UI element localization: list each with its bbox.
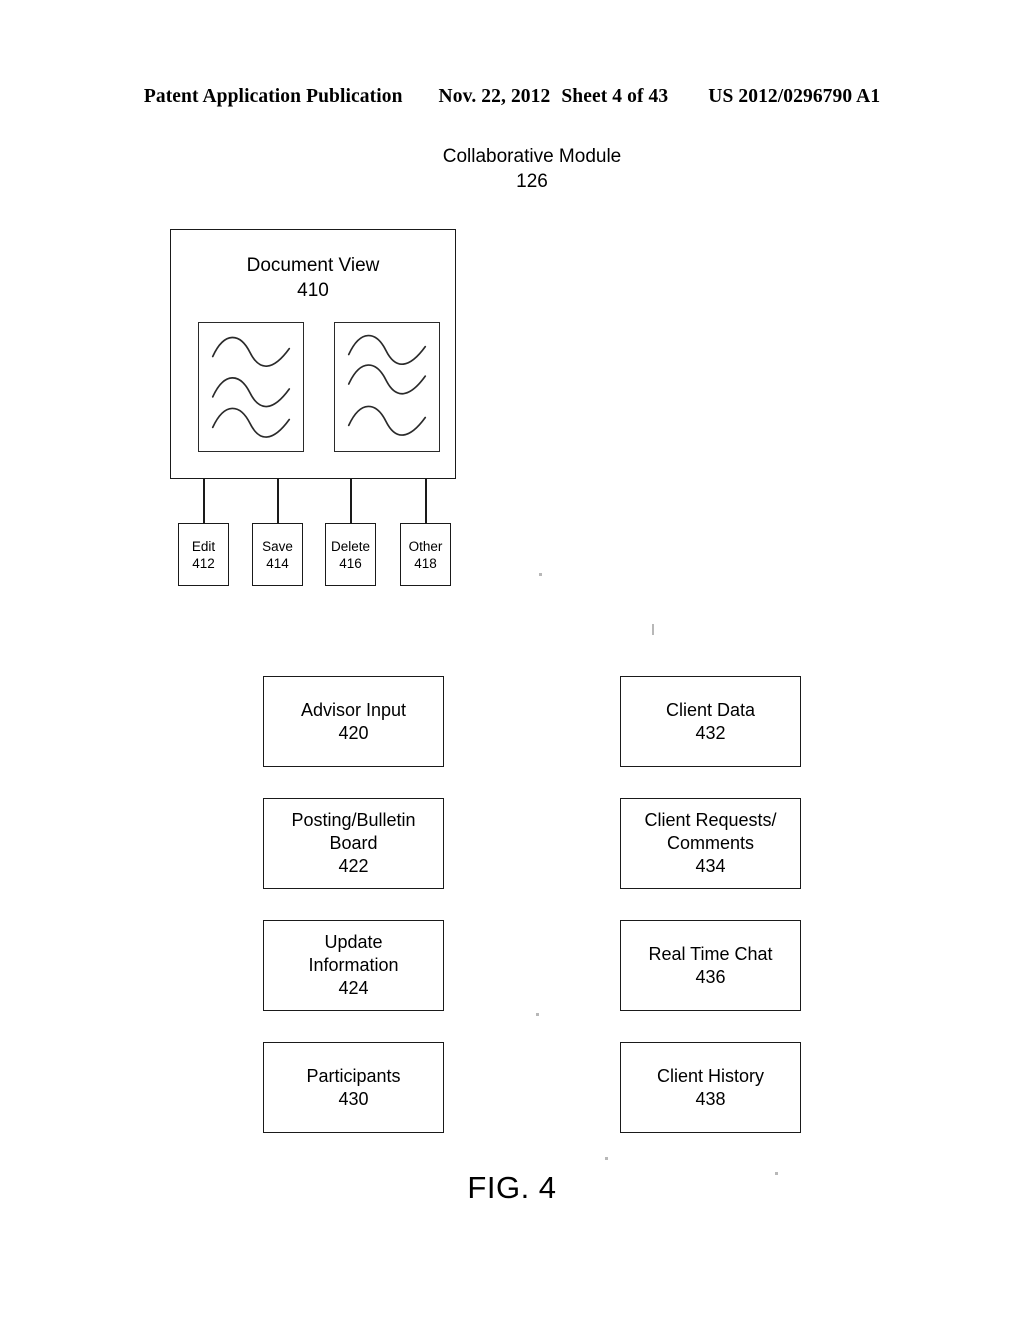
figure-caption: FIG. 4 [467,1170,557,1205]
scan-artifact-speck [536,1013,539,1016]
panel-box-client-data[interactable]: Client Data 432 [620,676,801,767]
document-thumbnail-group [171,322,457,462]
action-reference-save: 414 [266,555,289,571]
header-publication-date: Nov. 22, 2012 [438,86,551,107]
panel-label-client-requests-comments: Client Requests/ Comments [644,810,777,853]
panel-reference-advisor-input: 420 [338,722,369,743]
action-reference-delete: 416 [339,555,362,571]
action-reference-edit: 412 [192,555,215,571]
squiggle-lines-icon [211,336,291,438]
panel-box-client-history[interactable]: Client History 438 [620,1042,801,1133]
panel-reference-client-history: 438 [695,1088,726,1109]
figure-title-reference: 126 [516,171,548,192]
panel-box-client-requests-comments[interactable]: Client Requests/ Comments 434 [620,798,801,889]
panel-label-participants: Participants [306,1065,401,1086]
header-publication-title: Patent Application Publication [143,86,403,107]
panel-box-update-information[interactable]: Update Information 424 [263,920,444,1011]
document-thumbnail-left [198,322,304,452]
action-label-save: Save [262,538,293,554]
scan-artifact-speck [539,573,542,576]
action-label-edit: Edit [191,538,216,554]
panel-box-advisor-input[interactable]: Advisor Input 420 [263,676,444,767]
action-box-edit[interactable]: Edit 412 [178,523,229,586]
panel-box-real-time-chat[interactable]: Real Time Chat 436 [620,920,801,1011]
document-view-box: Document View 410 [170,229,456,479]
connector-line-save [277,479,279,523]
action-label-other: Other [408,538,443,554]
panel-reference-participants: 430 [338,1088,369,1109]
header-document-number: US 2012/0296790 A1 [708,86,881,107]
action-box-other[interactable]: Other 418 [400,523,451,586]
scan-artifact-speck [652,624,654,635]
scan-artifact-speck [605,1157,608,1160]
figure-title-label: Collaborative Module [442,146,622,167]
panel-reference-client-requests-comments: 434 [695,856,726,876]
connector-line-other [425,479,427,523]
panel-box-participants[interactable]: Participants 430 [263,1042,444,1133]
panel-reference-update-information: 424 [338,978,369,998]
panel-reference-real-time-chat: 436 [695,966,726,987]
panel-label-advisor-input: Advisor Input [300,699,407,720]
action-reference-other: 418 [414,555,437,571]
panel-box-posting-bulletin-board[interactable]: Posting/Bulletin Board 422 [263,798,444,889]
action-label-delete: Delete [330,538,371,554]
panel-label-update-information: Update Information [308,932,399,975]
panel-reference-posting-bulletin-board: 422 [338,856,369,876]
page-header: Patent Application Publication Nov. 22, … [0,86,1024,108]
figure-title: Collaborative Module 126 [312,144,752,194]
panel-label-real-time-chat: Real Time Chat [648,943,773,964]
panel-reference-client-data: 432 [695,722,726,743]
action-box-save[interactable]: Save 414 [252,523,303,586]
panel-label-posting-bulletin-board: Posting/Bulletin Board [291,810,416,853]
document-view-label: Document View [246,255,380,276]
connector-line-edit [203,479,205,523]
action-box-delete[interactable]: Delete 416 [325,523,376,586]
document-thumbnail-right [334,322,440,452]
squiggle-lines-icon [347,334,427,436]
panel-label-client-history: Client History [656,1065,765,1086]
document-view-reference: 410 [297,280,329,301]
panel-label-client-data: Client Data [665,699,756,720]
header-sheet-number: Sheet 4 of 43 [561,86,669,107]
connector-line-delete [350,479,352,523]
